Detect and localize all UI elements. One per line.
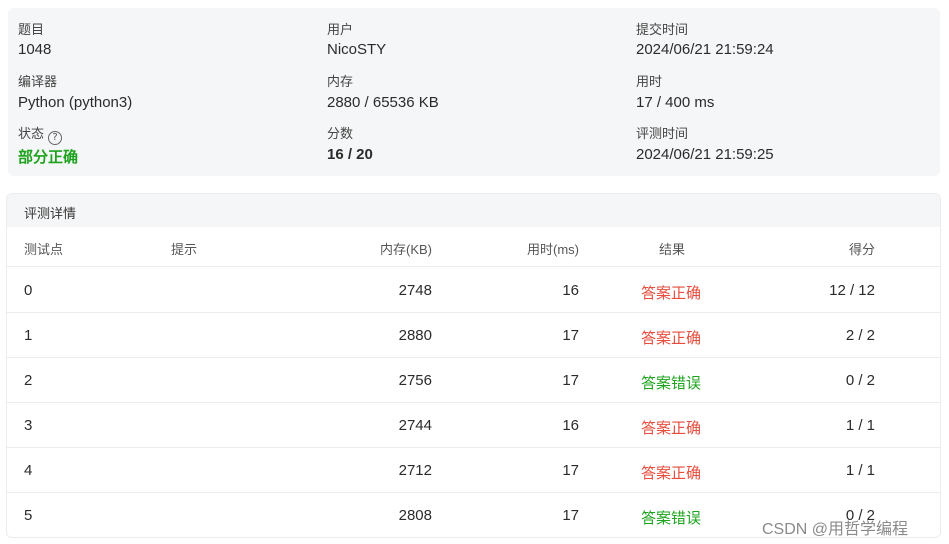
testcase-id: 0 [24, 282, 33, 299]
testcase-result: 答案正确 [641, 465, 702, 482]
header-time: 用时(ms) [527, 242, 579, 257]
testcase-id: 4 [24, 462, 33, 479]
testcase-time: 17 [562, 507, 579, 524]
testcase-result: 答案正确 [641, 330, 702, 347]
memory-value: 2880 / 65536 KB [327, 94, 439, 111]
status-label: 状态 [18, 126, 45, 141]
time-value: 17 / 400 ms [636, 94, 715, 111]
testcase-time: 17 [562, 462, 579, 479]
judge-details-card: 评测详情 测试点 提示 内存(KB) 用时(ms) 结果 得分 0 2748 16 答… [6, 193, 941, 538]
problem-value: 1048 [18, 41, 52, 58]
compiler-label: 编译器 [18, 74, 58, 89]
testcase-time: 17 [562, 372, 579, 389]
testcase-memory: 2712 [398, 462, 432, 479]
time-label: 用时 [636, 74, 663, 89]
problem-label: 题目 [18, 22, 45, 37]
testcase-memory: 2756 [398, 372, 432, 389]
testcase-memory: 2808 [398, 507, 432, 524]
header-testcase: 测试点 [24, 242, 64, 257]
testcase-time: 16 [562, 417, 579, 434]
status-label-wrap: 状态? [18, 123, 63, 145]
header-hint: 提示 [171, 242, 198, 257]
testcase-score: 0 / 2 [845, 372, 875, 389]
submit-time-label: 提交时间 [636, 22, 689, 37]
testcase-memory: 2744 [398, 417, 432, 434]
memory-label: 内存 [327, 74, 354, 89]
testcase-memory: 2748 [398, 282, 432, 299]
watermark: CSDN @用哲学编程 [762, 521, 909, 538]
status-value: 部分正确 [18, 149, 79, 166]
testcase-result: 答案正确 [641, 285, 702, 302]
compiler-value: Python (python3) [18, 94, 133, 111]
testcase-result: 答案错误 [641, 375, 702, 392]
submit-time-value: 2024/06/21 21:59:24 [636, 41, 774, 58]
question-circle-icon[interactable]: ? [48, 131, 63, 145]
testcase-id: 3 [24, 417, 33, 434]
table-row: 3 2744 16 答案正确 1 / 1 [7, 403, 940, 448]
testcase-score: 12 / 12 [829, 282, 875, 299]
testcase-score: 1 / 1 [845, 417, 875, 434]
testcase-score: 2 / 2 [845, 327, 875, 344]
user-label: 用户 [327, 22, 354, 37]
table-row: 2 2756 17 答案错误 0 / 2 [7, 358, 940, 403]
judge-time-label: 评测时间 [636, 126, 689, 141]
judge-time-value: 2024/06/21 21:59:25 [636, 146, 774, 163]
header-score: 得分 [848, 242, 875, 257]
testcase-id: 1 [24, 327, 33, 344]
testcase-id: 2 [24, 372, 33, 389]
testcase-memory: 2880 [398, 327, 432, 344]
submission-summary-card: 题目 1048 编译器 Python (python3) 状态? 部分正确 用户… [8, 8, 940, 176]
table-row: 0 2748 16 答案正确 12 / 12 [7, 268, 940, 313]
details-title: 评测详情 [7, 194, 940, 227]
testcase-result: 答案错误 [641, 510, 702, 527]
testcase-result: 答案正确 [641, 420, 702, 437]
table-row: 1 2880 17 答案正确 2 / 2 [7, 313, 940, 358]
testcase-score: 1 / 1 [845, 462, 875, 479]
testcase-time: 17 [562, 327, 579, 344]
table-row: 4 2712 17 答案正确 1 / 1 [7, 448, 940, 493]
user-value[interactable]: NicoSTY [327, 41, 386, 58]
score-label: 分数 [327, 126, 354, 141]
header-result: 结果 [659, 242, 686, 257]
testcase-id: 5 [24, 507, 33, 524]
details-table-header: 测试点 提示 内存(KB) 用时(ms) 结果 得分 [7, 227, 940, 267]
header-memory: 内存(KB) [379, 242, 432, 257]
score-value: 16 / 20 [327, 146, 373, 163]
testcase-time: 16 [562, 282, 579, 299]
